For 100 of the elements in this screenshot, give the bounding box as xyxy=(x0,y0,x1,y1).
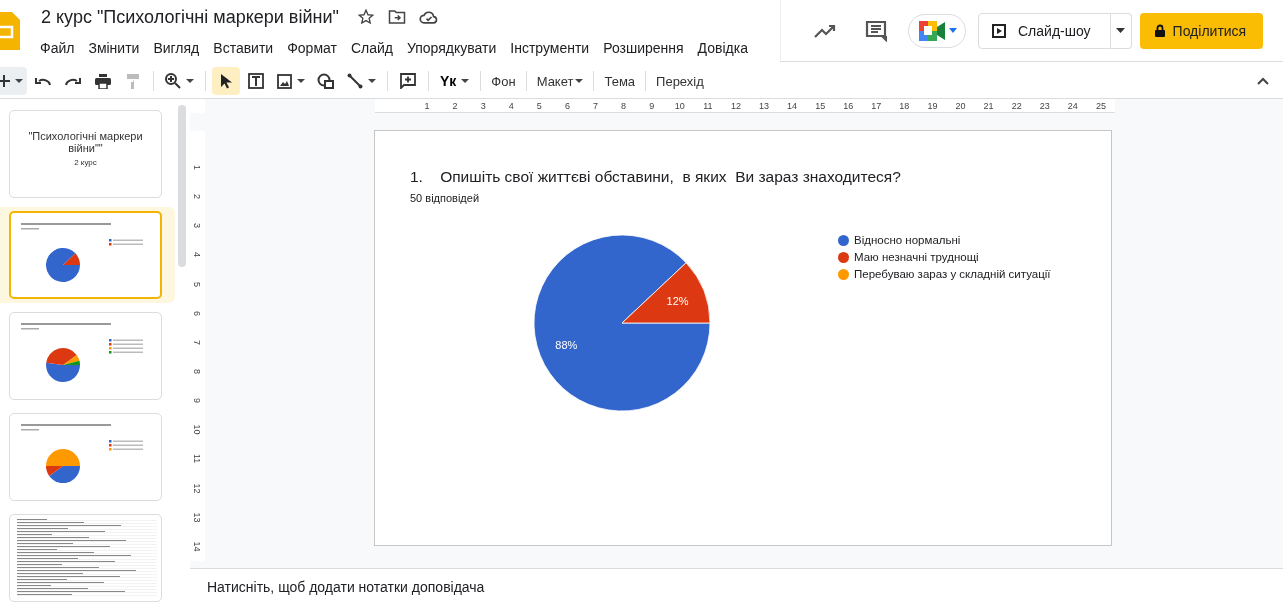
menu-item[interactable]: Вигляд xyxy=(153,40,207,56)
video-call-button[interactable] xyxy=(908,13,966,48)
ruler-number: 11 xyxy=(702,100,714,112)
horizontal-ruler[interactable]: 1 2 3 4 5 6 7 8 9 10 11 12 13 14 15 16 17 18 19 20 21 22 23 24 25 xyxy=(375,99,1115,113)
play-icon xyxy=(992,23,1006,38)
toolbar-text-button[interactable]: Фон xyxy=(487,67,520,95)
ruler-number: 4 xyxy=(507,100,515,112)
ruler-number: 8 xyxy=(191,368,204,377)
menu-item[interactable]: Формат xyxy=(287,40,344,56)
menu-item[interactable]: Файл xyxy=(40,40,82,56)
ruler-number: 3 xyxy=(191,222,204,231)
comments-icon[interactable] xyxy=(865,19,887,42)
ruler-number: 18 xyxy=(898,100,911,112)
redo-icon xyxy=(65,76,81,86)
ruler-number: 15 xyxy=(814,100,827,112)
scrollbar-thumb[interactable] xyxy=(178,105,186,267)
cloud-saved-icon[interactable] xyxy=(418,9,439,25)
menu-item[interactable]: Інструменти xyxy=(510,40,597,56)
ruler-number: 11 xyxy=(191,453,204,466)
caret-icon xyxy=(368,79,376,83)
toolbar-text-button[interactable]: Тема xyxy=(600,67,640,95)
star-icon[interactable] xyxy=(356,8,375,26)
paint-format-icon xyxy=(127,73,139,89)
caret-icon xyxy=(15,79,23,83)
share-button[interactable]: Поділитися xyxy=(1139,12,1264,49)
ruler-number: 4 xyxy=(191,251,204,260)
menu-item[interactable]: Змінити xyxy=(88,40,147,56)
toolbar-text-button[interactable]: Макет xyxy=(532,67,588,95)
ruler-number: 12 xyxy=(191,482,204,496)
undo-icon xyxy=(35,76,51,86)
zoom-icon xyxy=(165,73,181,89)
ruler-number: 14 xyxy=(191,540,204,554)
add-comment-icon xyxy=(400,73,416,89)
ruler-number: 6 xyxy=(563,100,571,112)
cursor-icon xyxy=(220,73,232,89)
ruler-number: 10 xyxy=(673,100,686,112)
slide-canvas[interactable]: 1. Опишіть свої життєві обставини, в яких Ви зараз знаходитеся? 50 відповідей 88% 12% Відносно нормальні Маю незначні труднощі Перебуваю зараз у складній ситуації xyxy=(374,130,1112,546)
legend-label: Перебуваю зараз у складній ситуації xyxy=(854,268,1051,280)
caret-icon xyxy=(461,79,470,83)
ruler-number: 5 xyxy=(191,280,204,289)
vertical-ruler[interactable]: 1 2 3 4 5 6 7 8 9 10 11 12 13 14 xyxy=(190,131,205,561)
video-camera-icon xyxy=(919,20,945,41)
ruler-number: 1 xyxy=(423,100,431,112)
thumbnail-title: "Психологічні маркери війни"" xyxy=(27,131,144,155)
ruler-number: 9 xyxy=(191,397,204,406)
ruler-number: 24 xyxy=(1066,100,1079,112)
lock-icon xyxy=(1154,24,1165,37)
ruler-number: 9 xyxy=(648,100,656,112)
ruler-number: 13 xyxy=(757,100,770,112)
ruler-number: 7 xyxy=(191,338,204,347)
activity-trend-icon[interactable] xyxy=(814,23,836,38)
menu-item[interactable]: Довідка xyxy=(697,40,755,56)
toolbar-text-button[interactable]: Перехід xyxy=(652,67,708,95)
ruler-number: 13 xyxy=(191,511,204,525)
image-icon xyxy=(277,73,292,89)
caret-icon xyxy=(297,79,305,83)
plus-icon xyxy=(0,75,10,87)
menu-item[interactable]: Упорядкувати xyxy=(406,40,504,56)
ruler-number: 25 xyxy=(1094,100,1107,112)
legend-label: Відносно нормальні xyxy=(854,234,961,246)
menu-item[interactable]: Вставити xyxy=(213,40,281,56)
collapse-chevron-icon[interactable] xyxy=(1257,77,1269,85)
line-icon xyxy=(347,73,363,89)
ruler-number: 23 xyxy=(1038,100,1051,112)
caret-icon xyxy=(575,79,584,83)
ruler-number: 7 xyxy=(592,100,599,112)
slide-thumbnail[interactable]: "Психологічні маркери війни"" 2 курс xyxy=(9,110,162,198)
caret-icon xyxy=(949,28,957,33)
ruler-number: 8 xyxy=(620,100,628,112)
speaker-notes-placeholder[interactable]: Натисніть, щоб додати нотатки доповідача xyxy=(207,579,485,595)
question-title: 1. Опишіть свої життєві обставини, в яких Ви зараз знаходитеся? xyxy=(410,168,901,186)
ruler-number: 2 xyxy=(191,193,204,202)
legend-dot xyxy=(838,251,849,263)
thumbnail-subtitle: 2 курс xyxy=(74,158,97,168)
input-tool-button[interactable]: Yк xyxy=(435,67,475,95)
data-label: 88% xyxy=(555,339,578,352)
add-tool-button[interactable] xyxy=(0,67,27,95)
data-label: 12% xyxy=(666,294,689,307)
print-icon xyxy=(95,73,111,89)
ruler-number: 14 xyxy=(786,100,799,112)
legend-dot xyxy=(838,234,849,246)
slideshow-button[interactable]: Слайд-шоу xyxy=(978,12,1111,49)
move-folder-icon[interactable] xyxy=(387,9,406,25)
document-title[interactable]: 2 курс "Психологічні маркери війни" xyxy=(41,6,339,28)
response-count: 50 відповідей xyxy=(410,192,480,204)
menu-item[interactable]: Розширення xyxy=(603,40,691,56)
select-tool-button[interactable] xyxy=(212,67,240,95)
ruler-number: 16 xyxy=(842,100,855,112)
ruler-number: 19 xyxy=(926,100,939,112)
text-box-icon xyxy=(247,72,265,90)
ruler-number: 12 xyxy=(729,100,742,112)
menu-item[interactable]: Слайд xyxy=(350,40,400,56)
ruler-number: 2 xyxy=(451,100,459,112)
legend-dot xyxy=(838,268,849,280)
ruler-number: 1 xyxy=(191,164,204,173)
slideshow-options-button[interactable] xyxy=(1110,12,1132,49)
ruler-number: 22 xyxy=(1010,100,1023,112)
ruler-number: 3 xyxy=(479,100,487,112)
caret-icon xyxy=(186,79,194,83)
caret-icon xyxy=(1116,28,1126,33)
